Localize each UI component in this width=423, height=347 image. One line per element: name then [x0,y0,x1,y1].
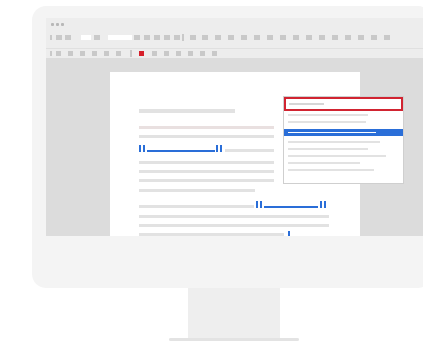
text-line [139,126,274,129]
text-line [225,149,274,152]
selection-handle-icon[interactable] [256,201,258,208]
toolbar-button[interactable] [345,35,351,40]
toolbar-button[interactable] [94,35,100,40]
monitor-stand [188,288,280,338]
list-item[interactable] [288,141,380,143]
toolbar-button[interactable] [319,35,325,40]
toolbar-button[interactable] [152,51,157,56]
toolbar-button[interactable] [176,51,181,56]
input-text-line [289,103,324,105]
toolbar-button[interactable] [56,51,61,56]
toolbar-button[interactable] [116,51,121,56]
toolbar-button[interactable] [164,51,169,56]
toolbar-button[interactable] [134,35,140,40]
toolbar-button[interactable] [306,35,312,40]
toolbar-button[interactable] [174,35,180,40]
toolbar-button[interactable] [332,35,338,40]
title-and-toolbar [46,18,423,48]
window-control-icon[interactable] [56,23,59,26]
window-control-icon[interactable] [51,23,54,26]
toolbar-button[interactable] [212,51,217,56]
toolbar-button[interactable] [267,35,273,40]
text-line [139,170,274,173]
selected-text-underline [147,150,215,152]
list-item-selected[interactable] [284,129,403,136]
text-line [139,215,329,218]
toolbar-button[interactable] [144,35,150,40]
list-item[interactable] [288,162,360,164]
monitor-base [169,338,299,341]
selected-text-underline [264,206,318,208]
list-item[interactable] [288,121,366,123]
text-line [139,233,284,236]
list-item[interactable] [288,114,368,116]
text-line [139,189,255,192]
list-item[interactable] [288,148,368,150]
selection-handle-icon[interactable] [320,201,322,208]
formatting-toolbar [46,48,423,58]
toolbar-button[interactable] [154,35,160,40]
toolbar-separator [182,34,184,41]
window-control-icon[interactable] [61,23,64,26]
toolbar-button[interactable] [104,51,109,56]
toolbar-button[interactable] [371,35,377,40]
list-item-label [288,132,376,133]
list-item[interactable] [288,155,386,157]
toolbar-button[interactable] [254,35,260,40]
selection-handle-icon[interactable] [220,145,222,152]
toolbar-separator [50,35,52,40]
text-color-icon[interactable] [139,51,144,56]
text-line [139,161,274,164]
toolbar-button[interactable] [188,51,193,56]
text-line [139,205,254,208]
toolbar-separator [50,51,52,56]
toolbar-field[interactable] [81,35,91,40]
toolbar-button[interactable] [80,51,85,56]
text-line [139,224,329,227]
toolbar-button[interactable] [200,51,205,56]
toolbar-button[interactable] [92,51,97,56]
selection-handle-icon[interactable] [139,145,141,152]
text-line [139,135,274,138]
toolbar-button[interactable] [65,35,71,40]
text-cursor [288,231,290,236]
document-title-line [139,109,235,113]
selection-handle-icon[interactable] [216,145,218,152]
toolbar-button[interactable] [241,35,247,40]
autocomplete-dropdown[interactable] [283,96,404,184]
toolbar-button[interactable] [228,35,234,40]
autocomplete-input[interactable] [284,97,403,111]
toolbar-button[interactable] [68,51,73,56]
text-line [139,179,274,182]
toolbar-button[interactable] [190,35,196,40]
toolbar-button[interactable] [215,35,221,40]
selection-handle-icon[interactable] [260,201,262,208]
toolbar-button[interactable] [56,35,62,40]
selection-handle-icon[interactable] [143,145,145,152]
toolbar-button[interactable] [280,35,286,40]
toolbar-button[interactable] [164,35,170,40]
list-item[interactable] [288,169,374,171]
app-window [46,18,423,236]
toolbar-button[interactable] [293,35,299,40]
selection-handle-icon[interactable] [324,201,326,208]
toolbar-separator [130,50,132,57]
toolbar-button[interactable] [384,35,390,40]
font-select[interactable] [108,35,132,40]
toolbar-button[interactable] [202,35,208,40]
toolbar-button[interactable] [358,35,364,40]
